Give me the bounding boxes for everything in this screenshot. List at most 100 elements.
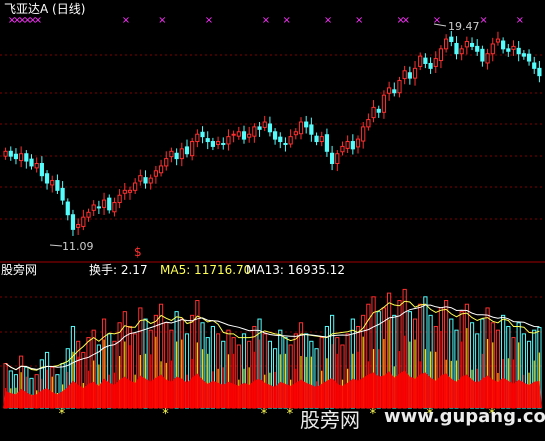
down-candle	[96, 206, 101, 209]
up-candle	[226, 136, 231, 145]
up-candle	[215, 141, 221, 145]
up-candle	[371, 106, 376, 119]
down-candle	[184, 146, 190, 155]
top-marker: ×	[324, 15, 332, 26]
up-candle	[3, 150, 8, 157]
up-candle	[340, 145, 345, 153]
up-candle	[511, 45, 516, 50]
top-marker: ×	[479, 15, 487, 26]
up-candle	[138, 175, 143, 182]
up-candle	[262, 121, 267, 128]
down-candle	[200, 131, 205, 138]
up-candle	[381, 94, 387, 113]
up-candle	[91, 204, 96, 211]
up-candle	[133, 182, 138, 191]
signal-mark: $	[134, 245, 142, 259]
down-candle	[29, 158, 34, 167]
up-candle	[387, 87, 392, 94]
up-candle	[293, 131, 298, 136]
down-candle	[501, 40, 506, 50]
top-marker: ×	[158, 15, 166, 26]
up-candle	[319, 136, 324, 143]
down-candle	[65, 201, 70, 216]
up-candle	[464, 41, 469, 48]
up-candle	[164, 158, 169, 167]
down-candle	[376, 108, 381, 113]
down-candle	[480, 48, 485, 62]
up-candle	[433, 58, 438, 67]
ma5-label: MA5: 11716.70	[160, 263, 251, 277]
up-candle	[127, 189, 133, 193]
up-candle	[169, 150, 174, 158]
up-candle	[158, 165, 164, 174]
ma5-line	[5, 300, 540, 371]
down-candle	[272, 131, 278, 140]
up-candle	[190, 141, 195, 157]
up-candle	[402, 70, 407, 80]
down-candle	[521, 53, 526, 57]
down-candle	[278, 136, 283, 143]
up-candle	[117, 194, 122, 204]
down-candle	[428, 62, 433, 69]
down-candle	[205, 138, 210, 143]
top-marker: ×	[516, 15, 524, 26]
candles	[3, 31, 542, 236]
up-candle	[335, 153, 340, 164]
down-candle	[241, 131, 247, 140]
star-marker: *	[59, 407, 66, 422]
up-candle	[153, 170, 158, 177]
volume-bars	[3, 288, 542, 409]
ma-lines	[5, 300, 540, 371]
down-candle	[469, 42, 475, 47]
down-candle	[60, 187, 65, 201]
ma13-label: MA13: 16935.12	[246, 263, 345, 277]
star-marker: *	[162, 407, 169, 422]
up-candle	[438, 48, 444, 62]
up-candle	[195, 133, 200, 143]
star-marker: *	[427, 407, 434, 422]
down-candle	[210, 141, 216, 147]
up-candle	[355, 138, 361, 148]
down-candle	[8, 150, 13, 157]
down-candle	[324, 134, 330, 152]
low-pointer	[49, 244, 63, 247]
down-candle	[70, 214, 76, 230]
down-candle	[174, 152, 179, 160]
down-candle	[304, 121, 309, 128]
down-candle	[283, 142, 288, 145]
down-candle	[454, 42, 459, 55]
up-candle	[81, 216, 86, 227]
down-candle	[314, 135, 319, 143]
up-candle	[490, 43, 495, 55]
down-candle	[143, 177, 148, 184]
up-candle	[19, 153, 24, 162]
up-candle	[288, 136, 293, 145]
up-candle	[444, 38, 449, 50]
up-candle	[50, 180, 55, 186]
stock-chart: ********××××××××××××××××××× 飞亚达A (日线) 19…	[0, 2, 545, 422]
logo-text: 股旁网	[1, 262, 37, 277]
star-marker: *	[287, 407, 294, 422]
top-marker: ×	[122, 15, 130, 26]
star-marker: *	[370, 407, 377, 422]
down-candle	[392, 89, 397, 94]
down-candle	[537, 67, 542, 77]
up-candle	[361, 126, 366, 142]
down-candle	[532, 62, 537, 69]
up-candle	[148, 177, 153, 184]
down-candle	[267, 123, 273, 133]
down-candle	[423, 57, 428, 64]
up-candle	[34, 162, 39, 169]
down-candle	[475, 45, 480, 52]
down-candle	[506, 48, 511, 52]
up-candle	[418, 55, 423, 67]
star-marker: *	[261, 407, 268, 422]
up-candle	[298, 121, 304, 135]
up-candle	[247, 133, 252, 138]
down-candle	[55, 180, 60, 191]
top-marker: ×	[355, 15, 363, 26]
turnover-label: 换手: 2.17	[89, 263, 148, 277]
down-candle	[350, 141, 355, 150]
up-candle	[397, 80, 402, 94]
down-candle	[13, 153, 19, 160]
